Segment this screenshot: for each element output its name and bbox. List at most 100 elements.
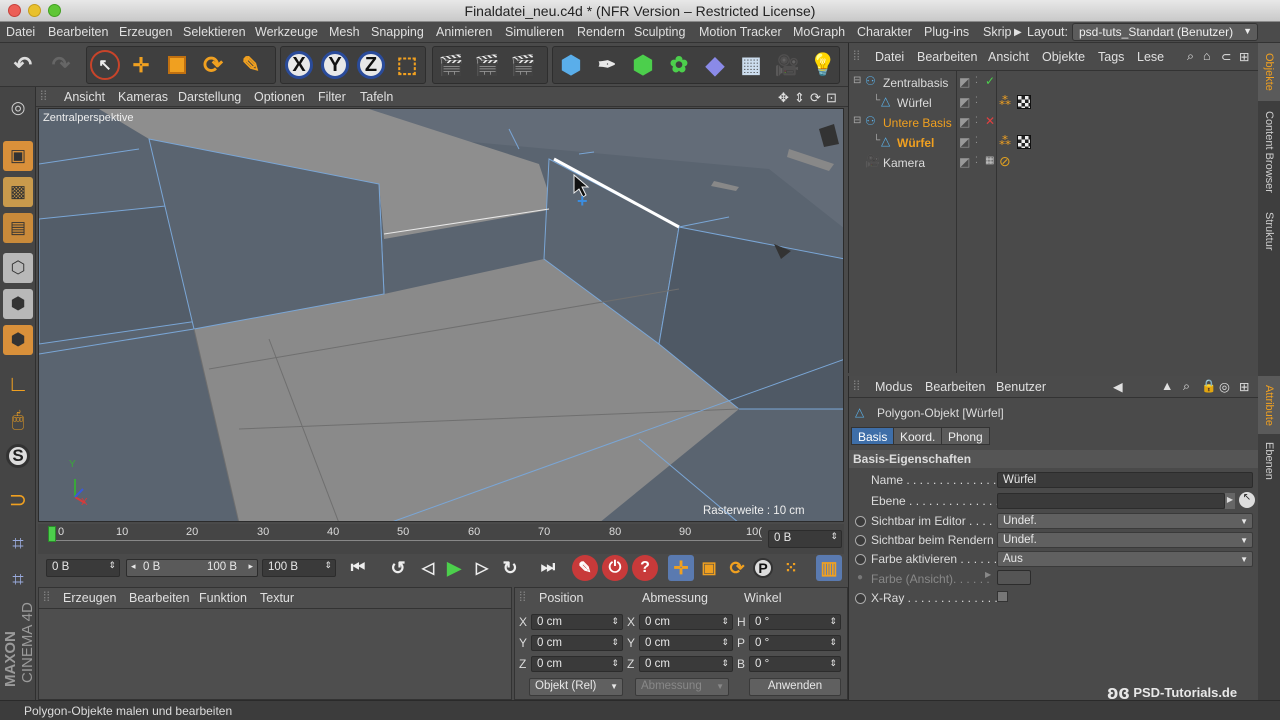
edges-mode-icon[interactable]: ⬢ — [3, 289, 33, 319]
step-back-icon[interactable]: ◁ — [414, 555, 442, 581]
magnet-icon[interactable]: ⊃ — [3, 485, 33, 515]
visibility-dots-icon[interactable]: ⁚ — [975, 155, 978, 166]
axis-mode-icon[interactable]: ∟ — [3, 369, 33, 399]
vp-menu-kameras[interactable]: Kameras — [118, 90, 168, 104]
position-x-field[interactable]: 0 cm ⇕ — [531, 614, 623, 630]
color-enable-select[interactable]: Aus ▼ — [997, 551, 1253, 567]
key-rotation-icon[interactable]: ⟳ — [724, 555, 750, 581]
end-frame-field[interactable]: 100 B ⇕ — [262, 559, 336, 577]
rotate-tool-icon[interactable]: ⟳ — [196, 48, 230, 82]
tab-basis[interactable]: Basis — [851, 427, 895, 445]
spline-pen-icon[interactable]: ✒ — [590, 48, 624, 82]
move-tool-icon[interactable]: ✛ — [124, 48, 158, 82]
check-icon[interactable]: ✓ — [985, 74, 995, 88]
goto-start-icon[interactable]: ⏮ — [344, 555, 372, 581]
visibility-dots-icon[interactable]: ⁚ — [975, 75, 978, 86]
menu-charakter[interactable]: Charakter — [857, 25, 912, 39]
visibility-dots-icon[interactable]: ⁚ — [975, 115, 978, 126]
tree-row[interactable]: 🎥 Kamera ◩ ⁚ ▦ ⊘ — [849, 153, 1259, 173]
menu-sculpting[interactable]: Sculpting — [634, 25, 685, 39]
layer-icon[interactable]: ◩ — [959, 135, 970, 149]
new-window-icon[interactable]: ⊞ — [1239, 379, 1249, 394]
menu-rendern[interactable]: Rendern — [577, 25, 625, 39]
viewport-maximize-icon[interactable]: ⊡ — [826, 90, 837, 106]
animate-radio-icon[interactable] — [855, 535, 866, 546]
key-pla-icon[interactable]: ⁙ — [778, 555, 804, 581]
search-icon[interactable]: ⌕ — [1183, 379, 1190, 394]
animate-radio-icon[interactable] — [855, 516, 866, 527]
render-settings-icon[interactable]: 🎬 — [506, 48, 540, 82]
make-editable-icon[interactable]: ◎ — [3, 93, 33, 123]
up-arrow-icon[interactable]: ▲ — [1161, 379, 1173, 393]
side-tab-content-browser[interactable]: Content Browser — [1258, 103, 1280, 201]
obj-menu-objekte[interactable]: Objekte — [1042, 50, 1085, 64]
layer-icon[interactable]: ◩ — [959, 75, 970, 89]
menu-skript[interactable]: Skrip — [983, 25, 1011, 39]
menu-erzeugen[interactable]: Erzeugen — [119, 25, 173, 39]
collapse-icon[interactable]: ⊟ — [853, 75, 861, 86]
vp-menu-filter[interactable]: Filter — [318, 90, 346, 104]
mat-menu-bearbeiten[interactable]: Bearbeiten — [129, 591, 189, 605]
next-keyframe-icon[interactable]: ↻ — [496, 555, 524, 581]
timeline-ruler[interactable]: 0 10 20 30 40 50 60 70 80 90 10( 0 B ⇕ — [38, 524, 844, 554]
target-icon[interactable]: ◎ — [1219, 379, 1230, 394]
side-tab-attribute[interactable]: Attribute — [1258, 376, 1280, 434]
obj-menu-lese[interactable]: Lese — [1137, 50, 1164, 64]
workplane-grid-icon[interactable]: ⌗ — [3, 529, 33, 559]
apply-button[interactable]: Anwenden — [749, 678, 841, 696]
tree-row[interactable]: └ △ Würfel ◩ ⁚ ⁂ — [849, 133, 1259, 153]
menu-werkzeuge[interactable]: Werkzeuge — [255, 25, 318, 39]
attr-menu-modus[interactable]: Modus — [875, 380, 913, 394]
obj-menu-bearbeiten[interactable]: Bearbeiten — [917, 50, 977, 64]
record-keys-icon[interactable]: ✎ — [572, 555, 598, 581]
menu-mograph[interactable]: MoGraph — [793, 25, 845, 39]
cross-icon[interactable]: ✕ — [985, 114, 995, 128]
obj-menu-tags[interactable]: Tags — [1098, 50, 1124, 64]
tab-phong[interactable]: Phong — [941, 427, 990, 445]
floor-object-icon[interactable]: ▦ — [734, 48, 768, 82]
phong-tag-icon[interactable]: ⁂ — [999, 94, 1011, 108]
menu-overflow-arrow-icon[interactable]: ▶ — [1014, 27, 1022, 38]
menu-mesh[interactable]: Mesh — [329, 25, 360, 39]
side-tab-ebenen[interactable]: Ebenen — [1258, 436, 1280, 486]
tree-row[interactable]: ⊟ ⚇ Zentralbasis ◩ ⁚ ✓ — [849, 73, 1259, 93]
protection-tag-icon[interactable]: ▦ — [985, 155, 994, 166]
position-y-field[interactable]: 0 cm ⇕ — [531, 635, 623, 651]
attr-menu-bearbeiten[interactable]: Bearbeiten — [925, 380, 985, 394]
layer-arrow-icon[interactable]: ▶ — [1225, 493, 1235, 509]
side-tab-struktur[interactable]: Struktur — [1258, 203, 1280, 259]
vp-menu-tafeln[interactable]: Tafeln — [360, 90, 393, 104]
visibility-dots-icon[interactable]: ⁚ — [975, 95, 978, 106]
back-arrow-icon[interactable]: ◀ — [1113, 379, 1123, 394]
menu-datei[interactable]: Datei — [6, 25, 35, 39]
prev-keyframe-icon[interactable]: ↺ — [384, 555, 412, 581]
layout-select[interactable]: psd-tuts_Standart (Benutzer) ▼ — [1072, 23, 1258, 41]
rotation-h-field[interactable]: 0 ° ⇕ — [749, 614, 841, 630]
rotation-p-field[interactable]: 0 ° ⇕ — [749, 635, 841, 651]
tree-item-wuerfel[interactable]: Würfel — [897, 96, 932, 110]
coordinate-system-icon[interactable]: ⬚ — [390, 48, 424, 82]
tree-item-zentralbasis[interactable]: Zentralbasis — [883, 76, 948, 90]
render-view-icon[interactable]: 🎬 — [434, 48, 468, 82]
side-tab-objekte[interactable]: Objekte — [1258, 43, 1280, 101]
pick-cursor-icon[interactable]: ↖ — [1239, 492, 1255, 508]
array-object-icon[interactable]: ✿ — [662, 48, 696, 82]
workplane-mode-icon[interactable]: ▤ — [3, 213, 33, 243]
redo-icon[interactable]: ↷ — [44, 48, 78, 82]
model-mode-icon[interactable]: ▣ — [3, 141, 33, 171]
size-y-field[interactable]: 0 cm ⇕ — [639, 635, 733, 651]
protection-tag-icon[interactable]: ⊘ — [999, 153, 1011, 170]
deformer-icon[interactable]: ◆ — [698, 48, 732, 82]
points-mode-icon[interactable]: ⬡ — [3, 253, 33, 283]
home-icon[interactable]: ⌂ — [1203, 49, 1211, 63]
attr-menu-benutzer[interactable]: Benutzer — [996, 380, 1046, 394]
y-axis-lock-icon[interactable]: Y — [318, 48, 352, 82]
menu-selektieren[interactable]: Selektieren — [183, 25, 246, 39]
light-object-icon[interactable]: 💡 — [806, 48, 840, 82]
key-scale-icon[interactable]: ▣ — [696, 555, 722, 581]
name-field[interactable]: Würfel — [997, 472, 1253, 488]
key-parameter-icon[interactable]: P — [750, 555, 776, 581]
key-position-icon[interactable]: ✛ — [668, 555, 694, 581]
xray-checkbox[interactable] — [997, 591, 1008, 602]
brush-tool-icon[interactable]: ✎ — [234, 48, 268, 82]
